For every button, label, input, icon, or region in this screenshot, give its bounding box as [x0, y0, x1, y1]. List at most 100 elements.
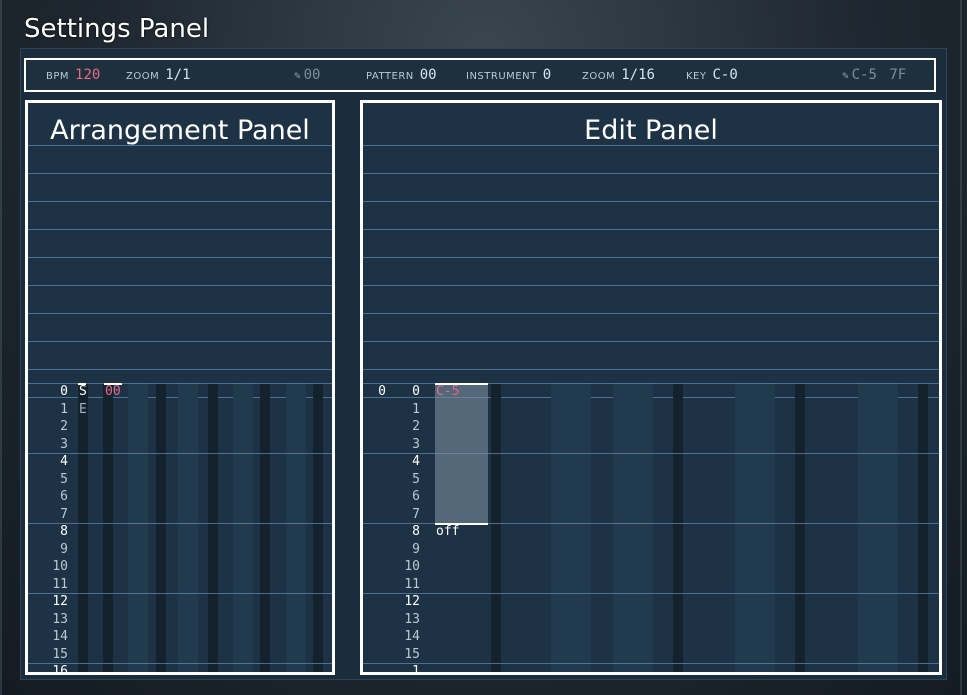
note-block[interactable] — [435, 383, 488, 523]
grid-line — [363, 173, 939, 174]
beat-line — [363, 593, 939, 594]
row-number: 16 — [52, 664, 68, 675]
row-number: 7 — [60, 506, 68, 522]
bpm-label: BPM — [46, 71, 70, 82]
edit-panel[interactable]: Edit Panel 0 1 2 3 4 5 6 7 8 9 10 11 12 13 14 15 1 0 C-5 of… — [360, 100, 942, 675]
grid-line — [28, 229, 332, 230]
beat-line — [28, 593, 332, 594]
row-number: 5 — [60, 471, 68, 487]
grid-line — [363, 285, 939, 286]
row-number: 14 — [52, 629, 68, 644]
zoom-value[interactable]: 1/1 — [165, 67, 190, 83]
key-setting[interactable]: KEY C-0 — [686, 67, 738, 83]
grid-column — [735, 383, 775, 672]
grid-column — [918, 383, 928, 672]
grid-line — [28, 257, 332, 258]
grid-column — [103, 383, 113, 672]
zoom-label: ZOOM — [582, 71, 616, 82]
grid-line — [28, 145, 332, 146]
grid-column — [858, 383, 898, 672]
grid-column — [313, 383, 323, 672]
settings-panel-label: Settings Panel — [24, 14, 210, 44]
row-number: 3 — [412, 436, 420, 452]
row-number: 6 — [412, 489, 420, 504]
pattern-setting[interactable]: PATTERN 00 — [366, 67, 437, 83]
row-number: 2 — [412, 419, 420, 434]
pencil-icon: ✎ — [294, 69, 301, 82]
row-number: 1 — [412, 664, 420, 675]
row-number: 13 — [52, 611, 68, 627]
arrangement-pencil-setting[interactable]: ✎ 00 — [294, 67, 320, 83]
arrangement-panel-label: Arrangement Panel — [50, 115, 310, 146]
beat-line — [28, 383, 332, 384]
grid-column — [156, 383, 166, 672]
grid-line — [28, 313, 332, 314]
arrangement-grid[interactable]: 0 1 2 3 4 5 6 7 8 9 10 11 12 13 14 15 16 S E 00 — [28, 383, 332, 672]
row-number: 4 — [412, 454, 420, 469]
row-number: 5 — [412, 471, 420, 487]
beat-line — [363, 663, 939, 664]
row-number: 2 — [60, 419, 68, 434]
edit-panel-label: Edit Panel — [584, 115, 718, 146]
pencil-note-value[interactable]: C-5 — [852, 67, 877, 83]
grid-column — [795, 383, 805, 672]
note-pencil-setting[interactable]: ✎ C-5 7F — [842, 67, 906, 83]
instrument-value[interactable]: 0 — [543, 67, 551, 83]
row-number: 13 — [404, 611, 420, 627]
pencil-pattern-value[interactable]: 00 — [304, 67, 321, 83]
row-number: 11 — [404, 576, 420, 592]
grid-column — [233, 383, 253, 672]
grid-line — [363, 229, 939, 230]
row-number: 12 — [404, 594, 420, 609]
pencil-icon: ✎ — [842, 69, 849, 82]
row-number: 8 — [60, 524, 68, 539]
bg-decoration — [0, 0, 2, 695]
bpm-setting[interactable]: BPM 120 — [46, 67, 100, 83]
row-number: 3 — [60, 436, 68, 452]
grid-column — [673, 383, 683, 672]
arrangement-panel[interactable]: Arrangement Panel 0 1 2 3 4 5 6 7 8 9 10 11 12 13 14 15… — [25, 100, 335, 675]
row-number: 1 — [412, 401, 420, 417]
zoom-value[interactable]: 1/16 — [621, 67, 655, 83]
instrument-setting[interactable]: INSTRUMENT 0 — [466, 67, 551, 83]
bpm-value[interactable]: 120 — [75, 67, 100, 83]
grid-column — [178, 383, 198, 672]
grid-line — [28, 341, 332, 342]
note-off-cell[interactable]: off — [436, 524, 459, 539]
bg-decoration — [960, 0, 962, 695]
grid-line — [363, 341, 939, 342]
row-number: 15 — [52, 646, 68, 662]
zoom-label: ZOOM — [126, 71, 160, 82]
row-number: 0 — [412, 384, 420, 399]
grid-line — [363, 201, 939, 202]
key-value[interactable]: C-0 — [712, 67, 737, 83]
row-number: 11 — [52, 576, 68, 592]
grid-line — [363, 257, 939, 258]
pattern-cell[interactable]: 00 — [105, 384, 121, 399]
grid-column — [260, 383, 270, 672]
row-number: 10 — [52, 559, 68, 574]
row-number: 8 — [412, 524, 420, 539]
grid-column — [128, 383, 148, 672]
row-number: 10 — [404, 559, 420, 574]
grid-line — [363, 313, 939, 314]
row-number: 14 — [404, 629, 420, 644]
edit-zoom-setting[interactable]: ZOOM 1/16 — [582, 67, 655, 83]
settings-panel: BPM 120 ZOOM 1/1 ✎ 00 PATTERN 00 INSTRUMENT 0… — [24, 58, 936, 92]
grid-line — [28, 173, 332, 174]
row-number: 7 — [412, 506, 420, 522]
arrangement-zoom-setting[interactable]: ZOOM 1/1 — [126, 67, 191, 83]
loop-start-marker[interactable]: S — [79, 384, 87, 399]
pencil-velocity-value[interactable]: 7F — [889, 67, 906, 83]
instrument-label: INSTRUMENT — [466, 71, 537, 82]
pattern-value[interactable]: 00 — [420, 67, 437, 83]
row-number: 6 — [60, 489, 68, 504]
note-cell[interactable]: C-5 — [436, 384, 459, 399]
grid-column — [613, 383, 653, 672]
loop-end-marker[interactable]: E — [79, 402, 87, 417]
grid-column — [208, 383, 218, 672]
row-number: 1 — [60, 401, 68, 417]
pattern-label: PATTERN — [366, 71, 414, 82]
pattern-grid[interactable]: 0 1 2 3 4 5 6 7 8 9 10 11 12 13 14 15 1 0 C-5 off — [363, 383, 939, 672]
row-number: 0 — [60, 384, 68, 399]
